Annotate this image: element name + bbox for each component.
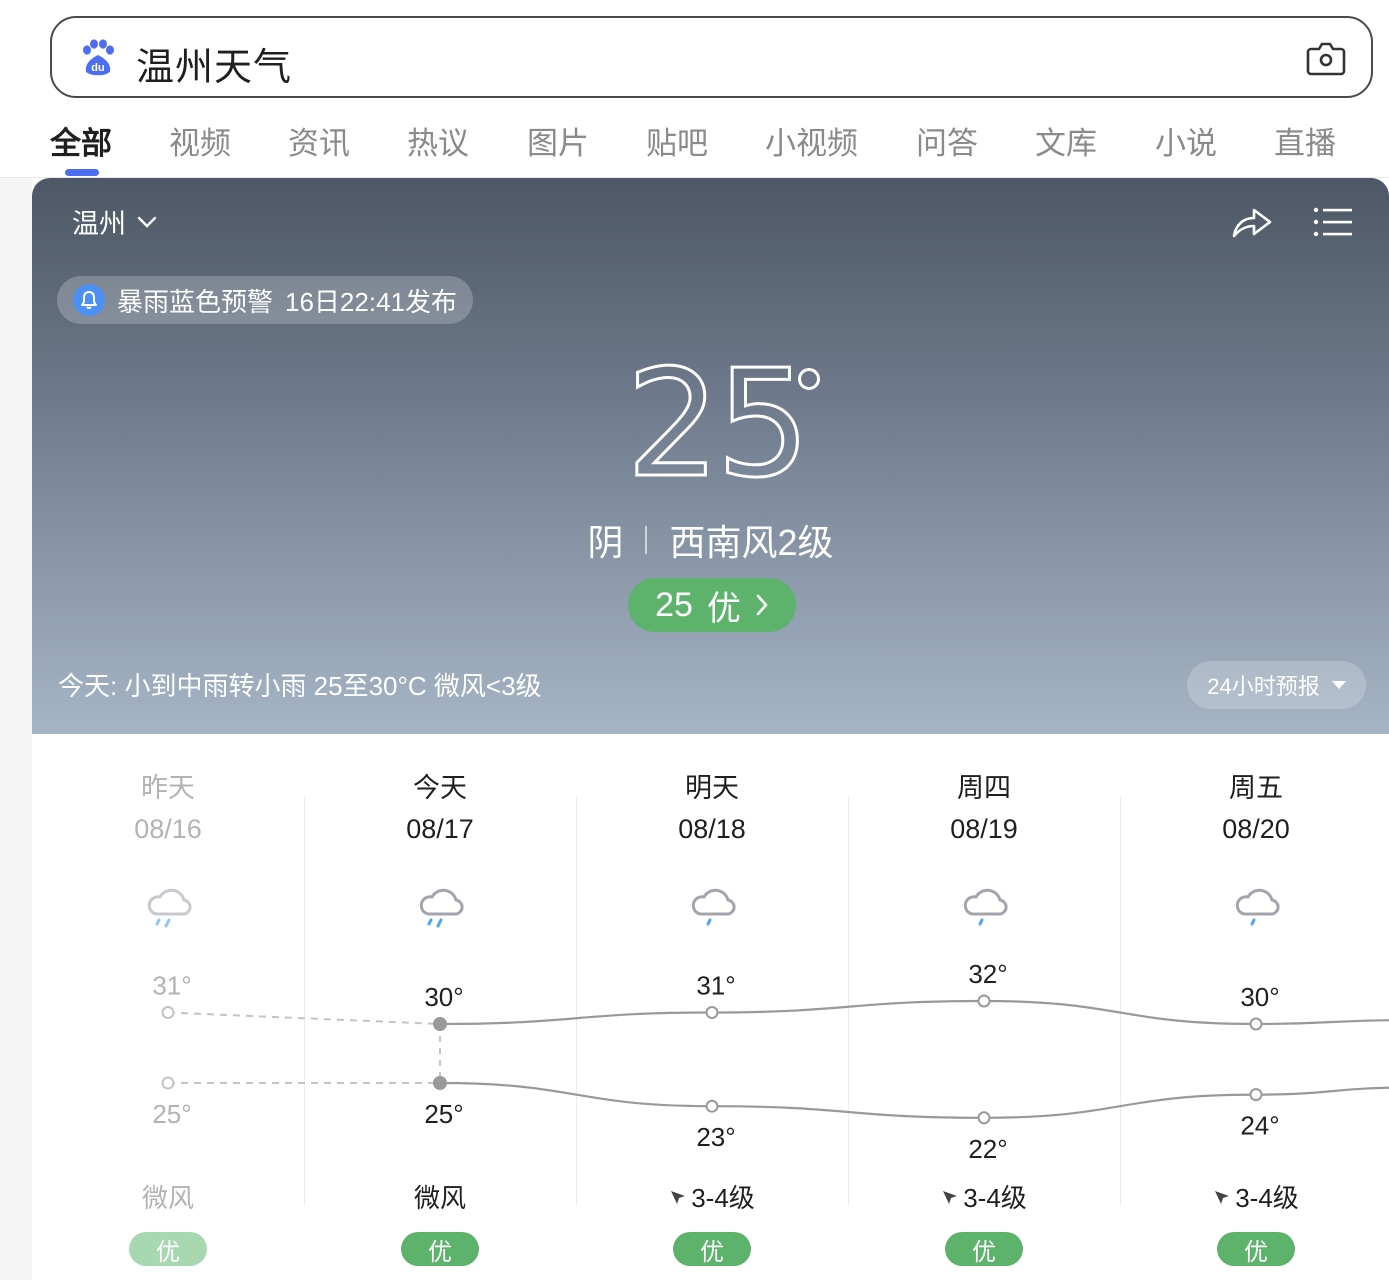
left-gutter: [0, 178, 32, 1280]
wind-level: 微风: [141, 1183, 194, 1213]
tab-video[interactable]: 视频: [169, 118, 231, 163]
aqi-badge[interactable]: 优: [673, 1232, 751, 1266]
aqi-label: 优: [706, 589, 741, 628]
day-wind: 3-4级: [576, 1178, 848, 1215]
weather-alert-pill[interactable]: 暴雨蓝色预警 16日22:41发布: [57, 276, 473, 324]
wind-level: 3-4级: [963, 1183, 1027, 1213]
day-name: 明天: [685, 773, 739, 803]
day-name: 周四: [957, 773, 1011, 803]
aqi-button[interactable]: 25 优: [628, 578, 796, 632]
aqi-badge[interactable]: 优: [401, 1232, 479, 1266]
aqi-badge[interactable]: 优: [945, 1232, 1023, 1266]
separator: [645, 526, 648, 554]
tab-wenku[interactable]: 文库: [1035, 118, 1097, 163]
tab-news[interactable]: 资讯: [288, 118, 350, 163]
tab-tieba[interactable]: 贴吧: [646, 118, 708, 163]
forecast-day-column[interactable]: 明天 08/18 3-4级 优: [576, 734, 848, 1280]
moderate-rain-icon: [419, 888, 464, 928]
caret-down-icon: [1331, 681, 1346, 689]
svg-text:du: du: [91, 62, 104, 74]
current-temperature: 25: [624, 338, 811, 510]
weather-hero-panel: 温州 暴雨蓝色预警 16日22:41发布 25 阴 西南风2级 25 优 今天:…: [32, 178, 1389, 734]
city-name: 温州: [72, 209, 126, 239]
day-date: 08/20: [1222, 814, 1290, 844]
day-wind: 3-4级: [848, 1178, 1120, 1215]
today-summary: 今天: 小到中雨转小雨 25至30°C 微风<3级: [58, 671, 542, 701]
bell-icon: [73, 284, 105, 316]
aqi-badge[interactable]: 优: [1217, 1232, 1295, 1266]
day-date: 08/18: [678, 814, 746, 844]
light-rain-icon: [1235, 888, 1280, 926]
chevron-down-icon: [137, 216, 157, 228]
day-name: 周五: [1229, 773, 1283, 803]
tab-live[interactable]: 直播: [1274, 118, 1336, 163]
forecast-day-column[interactable]: 昨天 08/16 微风 优: [32, 734, 304, 1280]
tab-novel[interactable]: 小说: [1155, 118, 1217, 163]
wind-text: 西南风2级: [669, 522, 834, 563]
tab-images[interactable]: 图片: [527, 118, 589, 163]
wind-direction-icon: [943, 1190, 958, 1204]
tab-all[interactable]: 全部: [50, 118, 112, 163]
search-input[interactable]: 温州天气: [136, 36, 292, 91]
wind-direction-icon: [1215, 1190, 1230, 1204]
day-wind: 微风: [304, 1178, 576, 1215]
forecast-day-column[interactable]: 周五 08/20 3-4级 优: [1120, 734, 1389, 1280]
hourly-forecast-dropdown[interactable]: 24小时预报: [1187, 661, 1366, 709]
city-selector[interactable]: 温州: [72, 202, 158, 241]
day-name: 今天: [413, 773, 467, 803]
tab-qa[interactable]: 问答: [916, 118, 978, 163]
wind-level: 微风: [413, 1183, 466, 1213]
degree-symbol: [798, 368, 820, 390]
forecast-day-column[interactable]: 周四 08/19 3-4级 优: [848, 734, 1120, 1280]
forecast-day-column[interactable]: 今天 08/17 微风 优: [304, 734, 576, 1280]
condition-text: 阴: [587, 522, 624, 563]
light-rain-icon: [963, 888, 1008, 926]
alert-title: 暴雨蓝色预警: [117, 286, 274, 317]
day-date: 08/17: [406, 814, 474, 844]
daily-forecast: 昨天 08/16 微风 优 今天 08/17 微风 优 明天 08/18 3-4…: [32, 734, 1389, 1280]
day-wind: 微风: [32, 1178, 304, 1215]
hourly-label: 24小时预报: [1207, 674, 1320, 699]
wind-level: 3-4级: [691, 1183, 755, 1213]
day-date: 08/16: [134, 814, 202, 844]
chevron-right-icon: [756, 594, 768, 616]
search-box[interactable]: du 温州天气: [50, 16, 1373, 98]
day-name: 昨天: [141, 773, 195, 803]
day-date: 08/19: [950, 814, 1018, 844]
tab-discussion[interactable]: 热议: [407, 118, 469, 163]
light-rain-icon: [691, 888, 736, 926]
current-condition-line: 阴 西南风2级: [32, 514, 1389, 566]
list-menu-icon[interactable]: [1312, 202, 1354, 242]
search-tabs: 全部 视频 资讯 热议 图片 贴吧 小视频 问答 文库 小说 直播: [0, 112, 1389, 178]
wind-level: 3-4级: [1235, 1183, 1299, 1213]
camera-icon[interactable]: [1305, 38, 1347, 78]
aqi-value: 25: [655, 585, 693, 624]
day-wind: 3-4级: [1120, 1178, 1389, 1215]
baidu-paw-icon: du: [83, 39, 114, 76]
aqi-badge[interactable]: 优: [129, 1232, 207, 1266]
active-tab-indicator: [65, 169, 99, 176]
tab-short-video[interactable]: 小视频: [765, 118, 858, 163]
wind-direction-icon: [671, 1190, 686, 1204]
share-icon[interactable]: [1230, 202, 1274, 242]
moderate-rain-icon: [147, 888, 192, 928]
alert-time: 16日22:41发布: [285, 286, 457, 317]
